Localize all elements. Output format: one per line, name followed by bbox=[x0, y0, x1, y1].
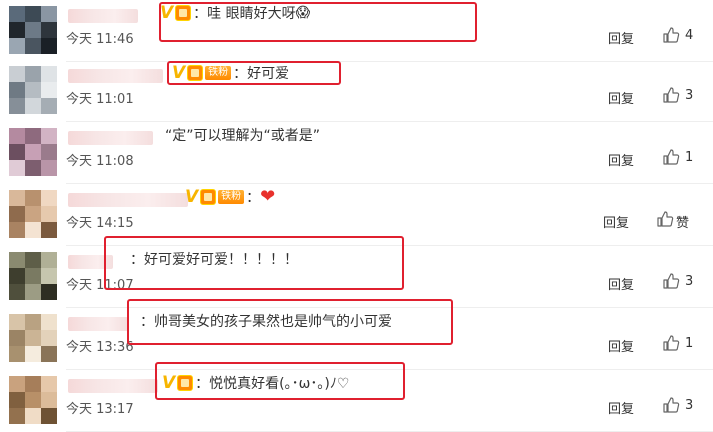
username-blurred[interactable] bbox=[68, 69, 163, 83]
like-count[interactable]: 3 bbox=[685, 398, 693, 413]
reply-button[interactable]: 回复 bbox=[608, 398, 634, 417]
reply-button[interactable]: 回复 bbox=[608, 336, 634, 355]
timestamp: 今天 13:36 bbox=[66, 340, 134, 355]
avatar[interactable] bbox=[9, 376, 57, 424]
crown-badge-icon bbox=[187, 65, 204, 81]
like-count[interactable]: 赞 bbox=[676, 212, 689, 231]
thumbs-up-icon[interactable] bbox=[662, 272, 680, 290]
reply-button[interactable]: 回复 bbox=[608, 88, 634, 107]
fan-badge: 铁粉 bbox=[205, 66, 232, 80]
comment-text: ：悦悦真好看(｡･ω･｡)ﾉ♡ bbox=[195, 376, 350, 392]
username-blurred[interactable] bbox=[68, 9, 138, 23]
crown-badge-icon bbox=[200, 189, 217, 205]
timestamp: 今天 11:07 bbox=[66, 278, 134, 293]
comment-text: ：哇 眼睛好大呀 bbox=[193, 6, 296, 22]
crown-badge-icon bbox=[175, 5, 192, 21]
heart-emoji: ❤ bbox=[260, 186, 276, 207]
comment-row: V 铁粉： ❤ 今天 14:15 回复 赞 bbox=[0, 184, 713, 246]
thumbs-up-icon[interactable] bbox=[662, 86, 680, 104]
comment-text-line: ：好可爱好可爱！！！！！ bbox=[130, 249, 298, 269]
comment-text-line: V ：哇 眼睛好大呀 😱 bbox=[160, 3, 310, 23]
vip-v-icon: V bbox=[162, 373, 176, 393]
timestamp: 今天 13:17 bbox=[66, 402, 134, 417]
thumbs-up-icon[interactable] bbox=[662, 396, 680, 414]
shocked-emoji: 😱 bbox=[295, 5, 311, 21]
reply-button[interactable]: 回复 bbox=[608, 274, 634, 293]
username-blurred[interactable] bbox=[68, 255, 113, 269]
comment-row: “定”可以理解为“或者是” 今天 11:08 回复 1 bbox=[0, 122, 713, 184]
comment-text: ：帅哥美女的孩子果然也是帅气的小可爱 bbox=[140, 314, 392, 330]
avatar[interactable] bbox=[9, 314, 57, 362]
vip-v-icon: V bbox=[185, 187, 199, 207]
comment-text-line: “定”可以理解为“或者是” bbox=[165, 125, 320, 145]
comment-row: V ：哇 眼睛好大呀 😱 今天 11:46 回复 4 bbox=[0, 0, 713, 62]
username-blurred[interactable] bbox=[68, 317, 128, 331]
like-count[interactable]: 3 bbox=[685, 88, 693, 103]
like-count[interactable]: 1 bbox=[685, 336, 693, 351]
comment-row: V ：悦悦真好看(｡･ω･｡)ﾉ♡ 今天 13:17 回复 3 bbox=[0, 370, 713, 432]
username-blurred[interactable] bbox=[68, 131, 153, 145]
comment-text: ：好可爱好可爱！！！！！ bbox=[130, 252, 298, 268]
avatar[interactable] bbox=[9, 128, 57, 176]
fan-badge: 铁粉 bbox=[218, 190, 245, 204]
like-count[interactable]: 3 bbox=[685, 274, 693, 289]
comment-text: ：好可爱 bbox=[233, 66, 290, 82]
comment-row: V 铁粉 ：好可爱今天 11:01 回复 3 bbox=[0, 60, 713, 122]
comment-text-line: V 铁粉 ：好可爱 bbox=[172, 63, 289, 83]
avatar[interactable] bbox=[9, 66, 57, 114]
thumbs-up-icon[interactable] bbox=[662, 334, 680, 352]
thumbs-up-icon[interactable] bbox=[656, 210, 674, 228]
vip-v-icon: V bbox=[172, 63, 186, 83]
reply-button[interactable]: 回复 bbox=[603, 212, 629, 231]
username-blurred[interactable] bbox=[68, 193, 188, 207]
crown-badge-icon bbox=[177, 375, 194, 391]
timestamp: 今天 11:08 bbox=[66, 154, 134, 169]
avatar[interactable] bbox=[9, 6, 57, 54]
comment-text: “定”可以理解为“或者是” bbox=[165, 128, 321, 144]
thumbs-up-icon[interactable] bbox=[662, 148, 680, 166]
timestamp: 今天 11:01 bbox=[66, 92, 134, 107]
username-blurred[interactable] bbox=[68, 379, 158, 393]
comment-text-line: V 铁粉： ❤ bbox=[185, 187, 275, 207]
timestamp: 今天 14:15 bbox=[66, 216, 134, 231]
reply-button[interactable]: 回复 bbox=[608, 28, 634, 47]
comment-text-line: ：帅哥美女的孩子果然也是帅气的小可爱 bbox=[140, 311, 392, 331]
like-count[interactable]: 1 bbox=[685, 150, 693, 165]
timestamp: 今天 11:46 bbox=[66, 32, 134, 47]
comment-text: ： bbox=[246, 190, 261, 206]
comment-text-line: V ：悦悦真好看(｡･ω･｡)ﾉ♡ bbox=[162, 373, 349, 393]
like-count[interactable]: 4 bbox=[685, 28, 693, 43]
comment-row: ：好可爱好可爱！！！！！ 今天 11:07 回复 3 bbox=[0, 246, 713, 308]
thumbs-up-icon[interactable] bbox=[662, 26, 680, 44]
reply-button[interactable]: 回复 bbox=[608, 150, 634, 169]
avatar[interactable] bbox=[9, 252, 57, 300]
avatar[interactable] bbox=[9, 190, 57, 238]
comment-row: ：帅哥美女的孩子果然也是帅气的小可爱 今天 13:36 回复 1 bbox=[0, 308, 713, 370]
vip-v-icon: V bbox=[160, 3, 174, 23]
